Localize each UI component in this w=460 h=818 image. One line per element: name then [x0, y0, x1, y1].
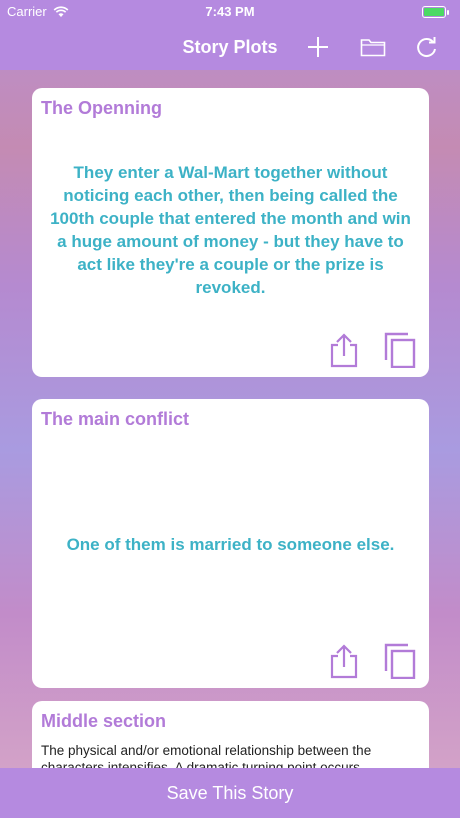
copy-button[interactable]: [383, 331, 417, 369]
plot-card-middle: Middle section The physical and/or emoti…: [32, 701, 429, 768]
plus-icon: [308, 37, 328, 57]
save-story-button[interactable]: Save This Story: [0, 768, 460, 818]
refresh-icon: [417, 37, 436, 57]
open-folder-button[interactable]: [358, 32, 388, 62]
card-actions: [327, 642, 417, 680]
share-button[interactable]: [327, 331, 361, 369]
card-title: The Openning: [41, 98, 162, 118]
card-title: Middle section: [41, 711, 167, 731]
card-body: One of them is married to someone else.: [66, 535, 395, 554]
card-body: They enter a Wal-Mart together without n…: [50, 163, 411, 297]
card-body: The physical and/or emotional relationsh…: [41, 743, 372, 768]
save-story-label: Save This Story: [166, 782, 294, 803]
copy-icon: [384, 332, 416, 368]
refresh-button[interactable]: [412, 32, 442, 62]
share-icon: [330, 333, 358, 368]
nav-bar: Story Plots: [0, 24, 460, 70]
plot-card-opening: The Openning They enter a Wal-Mart toget…: [32, 88, 429, 377]
status-bar: Carrier 7:43 PM: [0, 0, 460, 24]
story-list[interactable]: The Openning They enter a Wal-Mart toget…: [0, 70, 460, 768]
share-button[interactable]: [327, 642, 361, 680]
add-button[interactable]: [303, 32, 333, 62]
status-time: 7:43 PM: [205, 4, 255, 19]
plot-card-conflict: The main conflict One of them is married…: [32, 399, 429, 688]
folder-icon: [360, 39, 386, 57]
card-actions: [327, 331, 417, 369]
copy-button[interactable]: [383, 642, 417, 680]
page-title: Story Plots: [182, 37, 278, 57]
share-icon: [330, 644, 358, 679]
copy-icon: [384, 643, 416, 679]
battery-icon: [422, 6, 449, 18]
card-title: The main conflict: [41, 409, 190, 429]
